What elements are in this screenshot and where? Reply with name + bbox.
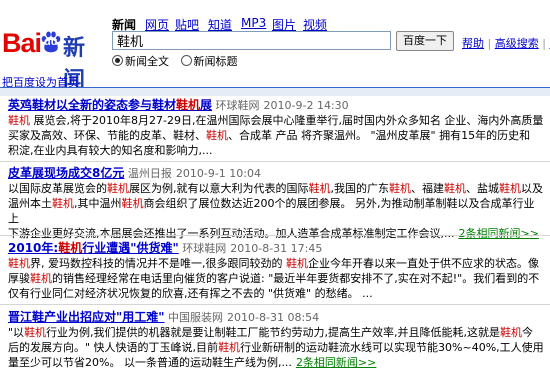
radio-checked-icon[interactable] bbox=[112, 55, 123, 66]
results-header-bar bbox=[0, 87, 550, 96]
result-time: 2010-9-1 10:04 bbox=[175, 167, 261, 180]
snippet-line: 鞋机 展览会,将于2010年8月27-29日,在温州国际会展中心隆重举行,届时国… bbox=[8, 114, 544, 127]
same-news: 2条相同新闻>> bbox=[458, 227, 538, 240]
snippet-line: 买家及高效、环保、节能的皮革、鞋材、鞋机、合成革 产品 将齐聚温州。 "温州皮革… bbox=[8, 129, 531, 142]
keyword-highlight: 鞋机 bbox=[206, 129, 228, 142]
keyword-highlight: 鞋机 bbox=[8, 257, 30, 270]
divider: | bbox=[542, 37, 546, 50]
snippet-line: 厚骏鞋机的销售经理经常在电话里向催货的客户说道: "最近半年要货都安排不了,实在… bbox=[8, 272, 540, 285]
snippet-line: 鞋机界, 爱玛数控科技的情况并不是唯一,很多跟同较劲的 鞋机企业今年开春以来一直… bbox=[8, 257, 539, 270]
keyword-highlight: 鞋机 bbox=[500, 326, 523, 339]
result-source: 环球鞋网 2010-9-2 14:30 bbox=[212, 99, 349, 112]
keyword-highlight: 鞋机 bbox=[176, 98, 201, 112]
divider: | bbox=[487, 37, 492, 50]
same-news-link[interactable]: 2条相同新闻>> bbox=[458, 227, 538, 240]
keyword-highlight: 鞋机 bbox=[444, 182, 466, 195]
keyword-highlight: 鞋机 bbox=[218, 341, 241, 354]
keyword-highlight: 鞋机 bbox=[308, 182, 331, 195]
keyword-highlight: 鞋机 bbox=[389, 182, 411, 195]
result-header: 晋江鞋产业出招应对"用工难" 中国服装网 2010-8-31 08:54 bbox=[8, 310, 544, 325]
search-result: 皮革展现场成交8亿元 温州日报 2010-9-1 10:04 以国际皮革展览会的鞋机… bbox=[8, 166, 544, 241]
result-header: 英鸡鞋材以全新的姿态参与鞋材鞋机展 环球鞋网 2010-9-2 14:30 bbox=[8, 98, 544, 113]
snippet-line: 以国际皮革展览会的鞋机展区为例,就有以意大利为代表的国际鞋机,我国的广东鞋机、福… bbox=[8, 182, 543, 195]
search-result: 英鸡鞋材以全新的姿态参与鞋材鞋机展 环球鞋网 2010-9-2 14:30 鞋机 展… bbox=[8, 98, 544, 158]
result-separator bbox=[0, 304, 550, 305]
same-news: 2条相同新闻>> bbox=[296, 356, 376, 369]
keyword-highlight: 鞋机 bbox=[30, 272, 52, 285]
keyword-highlight: 鞋机 bbox=[8, 114, 30, 127]
result-source: 中国服装网 2010-8-31 08:54 bbox=[164, 311, 320, 324]
result-snippet: 鞋机 展览会,将于2010年8月27-29日,在温州国际会展中心隆重举行,届时国… bbox=[8, 113, 544, 158]
result-title-link[interactable]: 皮革展现场成交8亿元 bbox=[8, 166, 124, 180]
same-news-link[interactable]: 2条相同新闻>> bbox=[296, 356, 376, 369]
radio-label: 新闻全文 bbox=[125, 55, 169, 68]
snippet-line: 量至少可以节省20%。 以一条普通的运动鞋生产线为例,... 2条相同新闻>> bbox=[8, 356, 377, 369]
search-result: 晋江鞋产业出招应对"用工难" 中国服装网 2010-8-31 08:54 "以鞋机行… bbox=[8, 310, 544, 370]
result-snippet: 以国际皮革展览会的鞋机展区为例,就有以意大利为代表的国际鞋机,我国的广东鞋机、福… bbox=[8, 181, 544, 241]
keyword-highlight: 鞋机 bbox=[58, 241, 83, 255]
keyword-highlight: 鞋机 bbox=[52, 197, 74, 210]
result-source: 环球鞋网 2010-8-31 17:45 bbox=[178, 242, 323, 255]
keyword-highlight: 鞋机 bbox=[121, 197, 144, 210]
search-input[interactable] bbox=[112, 31, 391, 50]
result-snippet: "以鞋机行业为例,我们提供的机器就是要让制鞋工厂能节约劳动力,提高生产效率,并且… bbox=[8, 325, 544, 370]
result-title-link[interactable]: 2010年:鞋机行业遭遇"供货难" bbox=[8, 241, 179, 255]
radio-fulltext[interactable]: 新闻全文 bbox=[112, 55, 169, 68]
result-time: 2010-8-31 17:45 bbox=[230, 242, 323, 255]
result-snippet: 鞋机界, 爱玛数控科技的情况并不是唯一,很多跟同较劲的 鞋机企业今年开春以来一直… bbox=[8, 256, 544, 301]
result-time: 2010-9-2 14:30 bbox=[263, 99, 349, 112]
baidu-news-logo[interactable]: Bai du 新闻 bbox=[0, 21, 102, 92]
keyword-highlight: 鞋机 bbox=[286, 257, 308, 270]
result-source: 温州日报 2010-9-1 10:04 bbox=[124, 167, 261, 180]
result-separator bbox=[0, 161, 550, 162]
radio-unchecked-icon[interactable] bbox=[180, 55, 192, 66]
tab-mp3[interactable]: MP3 bbox=[241, 16, 266, 30]
result-title-link[interactable]: 晋江鞋产业出招应对"用工难" bbox=[8, 310, 165, 324]
result-time: 2010-8-31 08:54 bbox=[227, 311, 320, 324]
radio-label: 新闻标题 bbox=[193, 55, 238, 68]
snippet-line: 积淀,在业内具有较大的知名度和影响力,... bbox=[8, 144, 213, 157]
logo-text-du: du bbox=[44, 36, 58, 48]
snippet-line: 仅有行业同仁对经济状况恢复的欣喜,还有挥之不去的 "供货难" 的愁绪。 ... bbox=[8, 287, 373, 300]
snippet-line: 后的发展方向。" 快人快语的丁玉峰说,目前鞋机行业新研制的运动鞋流水线可以实现节… bbox=[8, 341, 544, 354]
snippet-line: 温州本土鞋机,其中温州鞋机商会组织了展位数达近200个的展团参展。 另外,为推动… bbox=[8, 197, 535, 225]
radio-title[interactable]: 新闻标题 bbox=[180, 55, 238, 68]
search-result: 2010年:鞋机行业遭遇"供货难" 环球鞋网 2010-8-31 17:45 鞋机界… bbox=[8, 241, 544, 301]
keyword-highlight: 鞋机 bbox=[499, 182, 521, 195]
help-link[interactable]: 帮助 bbox=[462, 37, 484, 50]
snippet-line: 下游企业更好交流,本届展会还推出了一系列互动活动。加人造革合成革标准制定工作会议… bbox=[8, 227, 539, 240]
result-title-link[interactable]: 英鸡鞋材以全新的姿态参与鞋材鞋机展 bbox=[8, 98, 212, 112]
search-button[interactable]: 百度一下 bbox=[396, 31, 454, 51]
result-header: 皮革展现场成交8亿元 温州日报 2010-9-1 10:04 bbox=[8, 166, 544, 181]
snippet-line: "以鞋机行业为例,我们提供的机器就是要让制鞋工厂能节约劳动力,提高生产效率,并且… bbox=[8, 326, 534, 339]
search-scope-radios: 新闻全文 新闻标题 bbox=[112, 53, 238, 69]
logo-text-bai: Bai bbox=[2, 28, 42, 58]
keyword-highlight: 鞋机 bbox=[107, 182, 129, 195]
result-header: 2010年:鞋机行业遭遇"供货难" 环球鞋网 2010-8-31 17:45 bbox=[8, 241, 544, 256]
result-separator bbox=[0, 235, 550, 236]
advanced-search-link[interactable]: 高级搜索 bbox=[495, 37, 539, 50]
top-links: 帮助 | 高级搜索 | 设置 bbox=[462, 35, 550, 51]
keyword-highlight: 鞋机 bbox=[24, 326, 47, 339]
